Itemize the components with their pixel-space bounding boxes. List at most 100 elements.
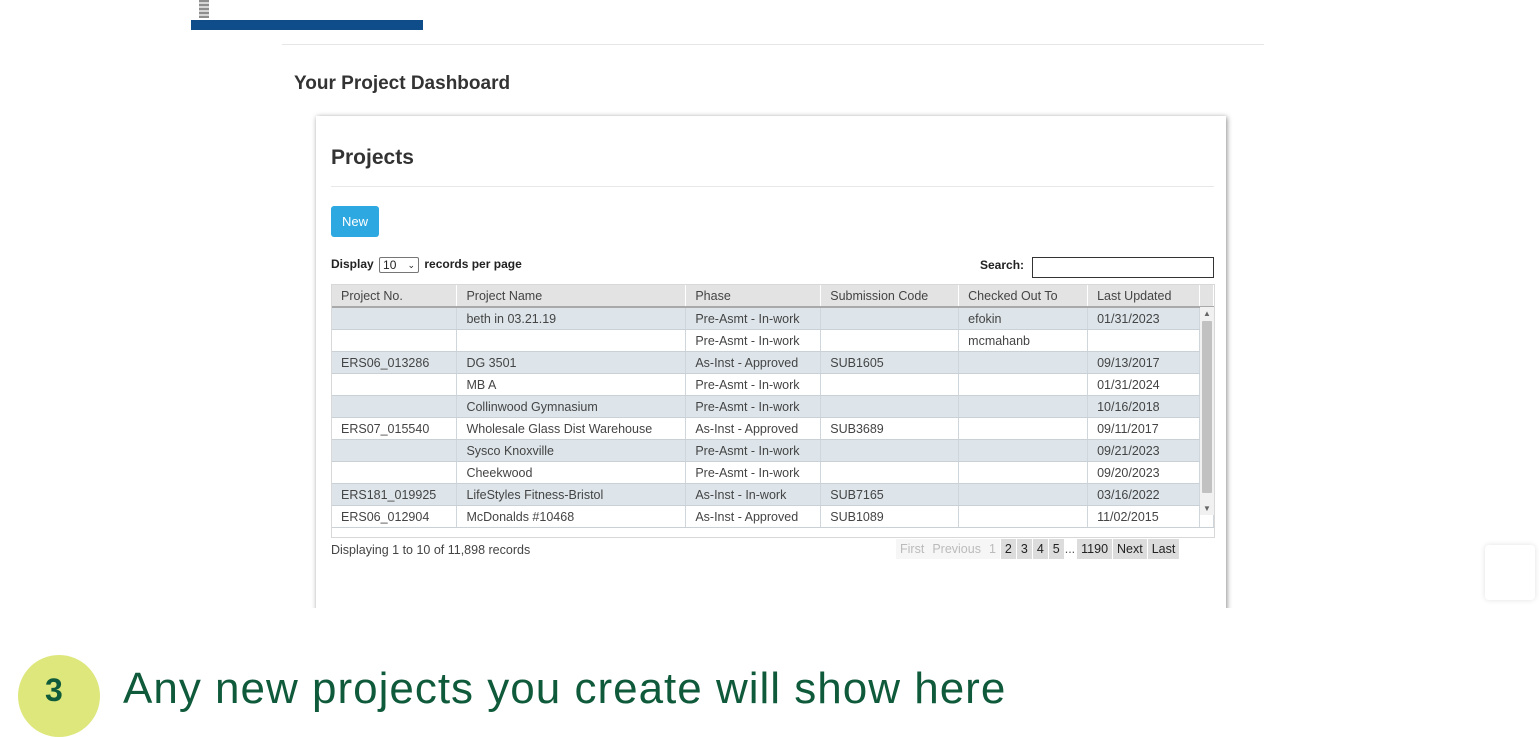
new-project-button[interactable]: New bbox=[331, 206, 379, 237]
cell-last-updated: 09/13/2017 bbox=[1087, 351, 1200, 374]
table-row[interactable]: MB A Pre-Asmt - In-work 01/31/2024 bbox=[332, 373, 1214, 396]
cell-project-no: ERS07_015540 bbox=[332, 417, 458, 440]
cell-project-name: Cheekwood bbox=[456, 461, 687, 484]
cell-last-updated: 09/20/2023 bbox=[1087, 461, 1200, 484]
cell-submission-code bbox=[820, 395, 960, 418]
pager-page-3[interactable]: 3 bbox=[1016, 539, 1032, 559]
table-row[interactable]: ERS07_015540 Wholesale Glass Dist Wareho… bbox=[332, 417, 1214, 440]
cell-last-updated: 01/31/2024 bbox=[1087, 373, 1200, 396]
pager-previous[interactable]: Previous bbox=[928, 539, 985, 559]
scrollbar-thumb[interactable] bbox=[1202, 321, 1212, 493]
column-header-project-name[interactable]: Project Name bbox=[456, 285, 687, 308]
scroll-down-icon[interactable]: ▼ bbox=[1203, 504, 1211, 513]
cell-checked-out-to bbox=[958, 505, 1089, 528]
table-row[interactable]: Cheekwood Pre-Asmt - In-work 09/20/2023 bbox=[332, 461, 1214, 484]
cell-phase: Pre-Asmt - In-work bbox=[685, 461, 822, 484]
records-per-page-value: 10 bbox=[383, 258, 397, 272]
cell-submission-code: SUB7165 bbox=[820, 483, 960, 506]
step-heading: Any new projects you create will show he… bbox=[123, 664, 1007, 713]
pager-page-2[interactable]: 2 bbox=[1000, 539, 1016, 559]
table-body: beth in 03.21.19 Pre-Asmt - In-work efok… bbox=[332, 307, 1214, 528]
cell-checked-out-to bbox=[958, 417, 1089, 440]
pager-current-page: 1 bbox=[984, 539, 1000, 559]
column-header-last-updated[interactable]: Last Updated bbox=[1087, 285, 1200, 308]
building-icon bbox=[199, 0, 209, 18]
table-row[interactable]: beth in 03.21.19 Pre-Asmt - In-work efok… bbox=[332, 307, 1214, 330]
cell-last-updated bbox=[1087, 329, 1200, 352]
pager-ellipsis: ... bbox=[1064, 542, 1076, 556]
page-title: Your Project Dashboard bbox=[294, 73, 511, 94]
pagination: First Previous 1 2 3 4 5 ... 1190 Next L… bbox=[896, 539, 1180, 559]
cell-phase: As-Inst - Approved bbox=[685, 351, 822, 374]
cell-checked-out-to bbox=[958, 351, 1089, 374]
cell-project-no: ERS181_019925 bbox=[332, 483, 458, 506]
pager-page-5[interactable]: 5 bbox=[1048, 539, 1064, 559]
panel-divider bbox=[331, 186, 1214, 187]
cell-submission-code bbox=[820, 329, 960, 352]
pager-next[interactable]: Next bbox=[1113, 539, 1147, 559]
cell-project-no bbox=[332, 395, 458, 418]
records-per-page-select[interactable]: 10 ⌄ bbox=[379, 257, 420, 273]
cell-project-no bbox=[332, 373, 458, 396]
cell-submission-code: SUB3689 bbox=[820, 417, 960, 440]
app-viewport: Your Project Dashboard Projects New Disp… bbox=[10, 0, 1539, 608]
cell-last-updated: 10/16/2018 bbox=[1087, 395, 1200, 418]
table-row[interactable]: Collinwood Gymnasium Pre-Asmt - In-work … bbox=[332, 395, 1214, 418]
cell-submission-code: SUB1605 bbox=[820, 351, 960, 374]
cell-submission-code: SUB1089 bbox=[820, 505, 960, 528]
pager-last[interactable]: Last bbox=[1147, 539, 1180, 559]
table-row[interactable]: ERS06_013286 DG 3501 As-Inst - Approved … bbox=[332, 351, 1214, 374]
step-number: 3 bbox=[45, 672, 63, 708]
cell-submission-code bbox=[820, 461, 960, 484]
pager-last-page[interactable]: 1190 bbox=[1077, 539, 1113, 559]
cell-checked-out-to: efokin bbox=[958, 307, 1089, 330]
cell-phase: As-Inst - Approved bbox=[685, 417, 822, 440]
cell-project-no: ERS06_013286 bbox=[332, 351, 458, 374]
table-row[interactable]: ERS181_019925 LifeStyles Fitness-Bristol… bbox=[332, 483, 1214, 506]
scroll-up-icon[interactable]: ▲ bbox=[1203, 309, 1211, 318]
cell-project-name: MB A bbox=[456, 373, 687, 396]
cell-project-name bbox=[456, 329, 687, 352]
company-logo[interactable] bbox=[191, 0, 423, 30]
header-divider bbox=[282, 44, 1264, 45]
pager-first[interactable]: First bbox=[896, 539, 929, 559]
search-label: Search: bbox=[980, 258, 1025, 272]
cell-project-name: beth in 03.21.19 bbox=[456, 307, 687, 330]
column-header-submission-code[interactable]: Submission Code bbox=[820, 285, 960, 308]
cell-checked-out-to bbox=[958, 461, 1089, 484]
cell-project-no: ERS06_012904 bbox=[332, 505, 458, 528]
cell-phase: Pre-Asmt - In-work bbox=[685, 307, 822, 330]
table-header-row: Project No. Project Name Phase Submissio… bbox=[332, 285, 1214, 308]
chevron-down-icon: ⌄ bbox=[407, 260, 416, 270]
cell-submission-code bbox=[820, 373, 960, 396]
cell-last-updated: 09/21/2023 bbox=[1087, 439, 1200, 462]
cell-last-updated: 11/02/2015 bbox=[1087, 505, 1200, 528]
cell-project-no bbox=[332, 461, 458, 484]
table-scrollbar[interactable]: ▲ ▼ bbox=[1200, 307, 1214, 515]
cell-phase: As-Inst - In-work bbox=[685, 483, 822, 506]
column-header-project-no[interactable]: Project No. bbox=[332, 285, 458, 308]
records-info: Displaying 1 to 10 of 11,898 records bbox=[331, 543, 531, 557]
table-row[interactable]: Pre-Asmt - In-work mcmahanb bbox=[332, 329, 1214, 352]
table-row[interactable]: Sysco Knoxville Pre-Asmt - In-work 09/21… bbox=[332, 439, 1214, 462]
cell-checked-out-to bbox=[958, 483, 1089, 506]
pager-page-4[interactable]: 4 bbox=[1032, 539, 1048, 559]
cell-phase: Pre-Asmt - In-work bbox=[685, 329, 822, 352]
cell-checked-out-to bbox=[958, 373, 1089, 396]
cell-phase: As-Inst - Approved bbox=[685, 505, 822, 528]
table-row[interactable]: ERS06_012904 McDonalds #10468 As-Inst - … bbox=[332, 505, 1214, 528]
cell-checked-out-to bbox=[958, 395, 1089, 418]
column-header-phase[interactable]: Phase bbox=[685, 285, 822, 308]
cell-submission-code bbox=[820, 307, 960, 330]
search-input[interactable] bbox=[1032, 257, 1214, 278]
cell-project-name: Wholesale Glass Dist Warehouse bbox=[456, 417, 687, 440]
records-per-page-label: records per page bbox=[424, 257, 522, 272]
floating-widget[interactable] bbox=[1485, 545, 1535, 600]
cell-phase: Pre-Asmt - In-work bbox=[685, 439, 822, 462]
cell-phase: Pre-Asmt - In-work bbox=[685, 395, 822, 418]
column-header-checked-out-to[interactable]: Checked Out To bbox=[958, 285, 1089, 308]
cell-last-updated: 01/31/2023 bbox=[1087, 307, 1200, 330]
cell-project-no bbox=[332, 439, 458, 462]
cell-phase: Pre-Asmt - In-work bbox=[685, 373, 822, 396]
cell-project-no bbox=[332, 307, 458, 330]
